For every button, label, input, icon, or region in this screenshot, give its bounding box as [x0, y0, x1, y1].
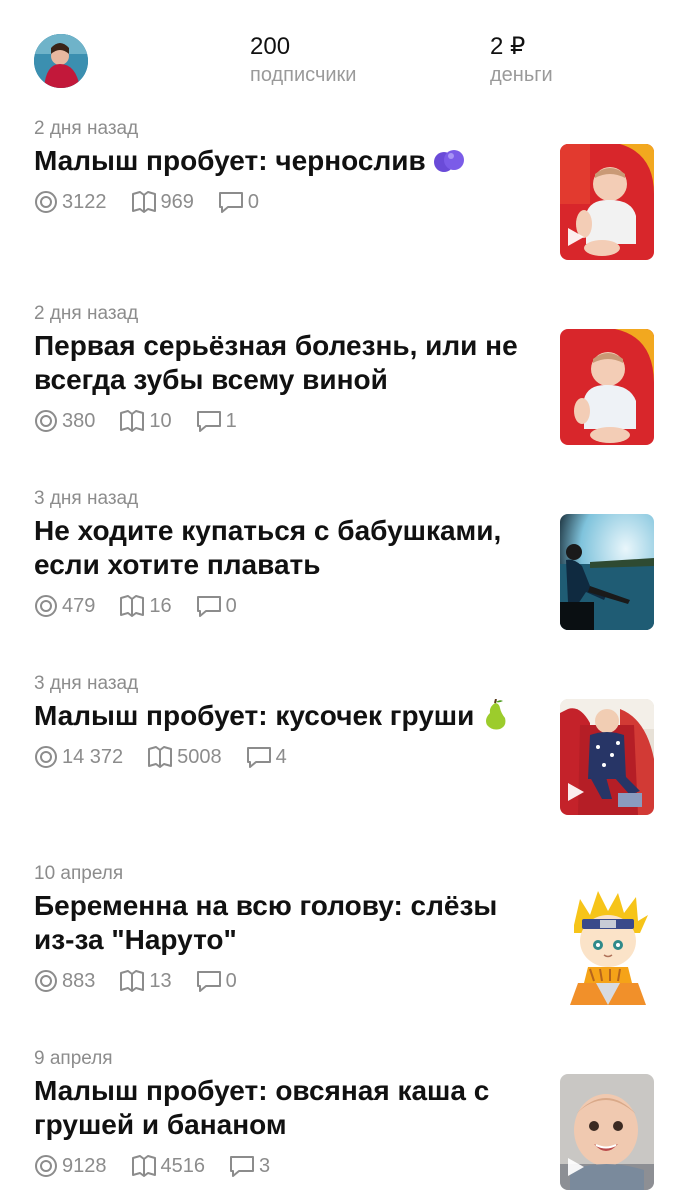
book-icon	[131, 191, 156, 213]
book-icon	[148, 746, 173, 768]
reads-stat: 10	[119, 409, 172, 433]
subscribers-stat[interactable]: 200 подписчики	[250, 33, 356, 87]
views-stat: 9128	[34, 1154, 107, 1178]
post-title[interactable]: Не ходите купаться с бабушками, если хот…	[34, 514, 534, 582]
profile-header: 200 подписчики 2 ₽ деньги	[0, 0, 686, 110]
post-thumbnail[interactable]	[560, 699, 654, 815]
plum-emoji	[433, 145, 465, 176]
pear-emoji	[482, 698, 508, 731]
comment-icon	[246, 747, 271, 768]
post-thumbnail[interactable]	[560, 329, 654, 445]
comments-stat[interactable]: 0	[218, 190, 259, 214]
play-icon	[568, 783, 584, 801]
views-stat: 3122	[34, 190, 107, 214]
comments-stat[interactable]: 3	[229, 1154, 270, 1178]
views-icon	[35, 191, 57, 213]
post-stats: 14 372 5008 4	[34, 745, 311, 769]
book-icon	[120, 410, 145, 432]
list-item[interactable]: 3 дня назад Не ходите купаться с бабушка…	[0, 480, 686, 665]
post-date: 3 дня назад	[34, 673, 139, 694]
post-title[interactable]: Первая серьёзная болезнь, или не всегда …	[34, 329, 534, 397]
book-icon	[120, 970, 145, 992]
post-date: 10 апреля	[34, 863, 124, 884]
play-icon	[568, 1158, 584, 1176]
post-date: 9 апреля	[34, 1048, 113, 1069]
book-icon	[131, 1155, 156, 1177]
post-thumbnail[interactable]	[560, 1074, 654, 1190]
post-thumbnail[interactable]	[560, 144, 654, 260]
play-icon	[568, 228, 584, 246]
comment-icon	[218, 192, 243, 213]
post-title[interactable]: Малыш пробует: кусочек груши	[34, 698, 534, 733]
views-icon	[35, 595, 57, 617]
comment-icon	[196, 411, 221, 432]
post-stats: 9128 4516 3	[34, 1154, 294, 1178]
post-date: 3 дня назад	[34, 488, 139, 509]
comments-stat[interactable]: 1	[196, 409, 237, 433]
reads-stat: 4516	[131, 1154, 205, 1178]
list-item[interactable]: 2 дня назад Первая серьёзная болезнь, ил…	[0, 295, 686, 480]
post-stats: 479 16 0	[34, 594, 261, 618]
reads-stat: 5008	[147, 745, 222, 769]
post-thumbnail[interactable]	[560, 514, 654, 630]
comment-icon	[230, 1156, 254, 1177]
list-item[interactable]: 9 апреля Малыш пробует: овсяная каша с г…	[0, 1040, 686, 1200]
views-icon	[35, 410, 57, 432]
post-thumbnail[interactable]	[560, 889, 654, 1005]
money-stat[interactable]: 2 ₽ деньги	[490, 33, 553, 87]
comment-icon	[196, 596, 221, 617]
list-item[interactable]: 3 дня назад Малыш пробует: кусочек груши…	[0, 665, 686, 855]
post-date: 2 дня назад	[34, 118, 139, 139]
comments-stat[interactable]: 4	[246, 745, 287, 769]
comment-icon	[196, 971, 221, 992]
views-stat: 14 372	[34, 745, 123, 769]
list-item[interactable]: 2 дня назад Малыш пробует: чернослив 312…	[0, 110, 686, 295]
views-icon	[35, 746, 57, 768]
comments-stat[interactable]: 0	[196, 594, 237, 618]
views-icon	[35, 1155, 57, 1177]
money-value: 2 ₽	[490, 33, 526, 60]
book-icon	[120, 595, 145, 617]
views-icon	[35, 970, 57, 992]
money-label: деньги	[490, 64, 553, 86]
post-title[interactable]: Беременна на всю голову: слёзы из-за "На…	[34, 889, 534, 957]
post-stats: 3122 969 0	[34, 190, 283, 214]
comments-stat[interactable]: 0	[196, 969, 237, 993]
subscribers-count: 200	[250, 33, 291, 60]
list-item[interactable]: 10 апреля Беременна на всю голову: слёзы…	[0, 855, 686, 1040]
avatar[interactable]	[34, 34, 88, 88]
post-stats: 883 13 0	[34, 969, 261, 993]
subscribers-label: подписчики	[250, 64, 357, 86]
reads-stat: 13	[119, 969, 172, 993]
views-stat: 479	[34, 594, 95, 618]
reads-stat: 969	[131, 190, 194, 214]
post-title[interactable]: Малыш пробует: чернослив	[34, 144, 534, 178]
reads-stat: 16	[119, 594, 172, 618]
post-feed: 2 дня назад Малыш пробует: чернослив 312…	[0, 110, 686, 1200]
post-title[interactable]: Малыш пробует: овсяная каша с грушей и б…	[34, 1074, 534, 1142]
views-stat: 380	[34, 409, 95, 433]
post-date: 2 дня назад	[34, 303, 139, 324]
post-stats: 380 10 1	[34, 409, 261, 433]
views-stat: 883	[34, 969, 95, 993]
